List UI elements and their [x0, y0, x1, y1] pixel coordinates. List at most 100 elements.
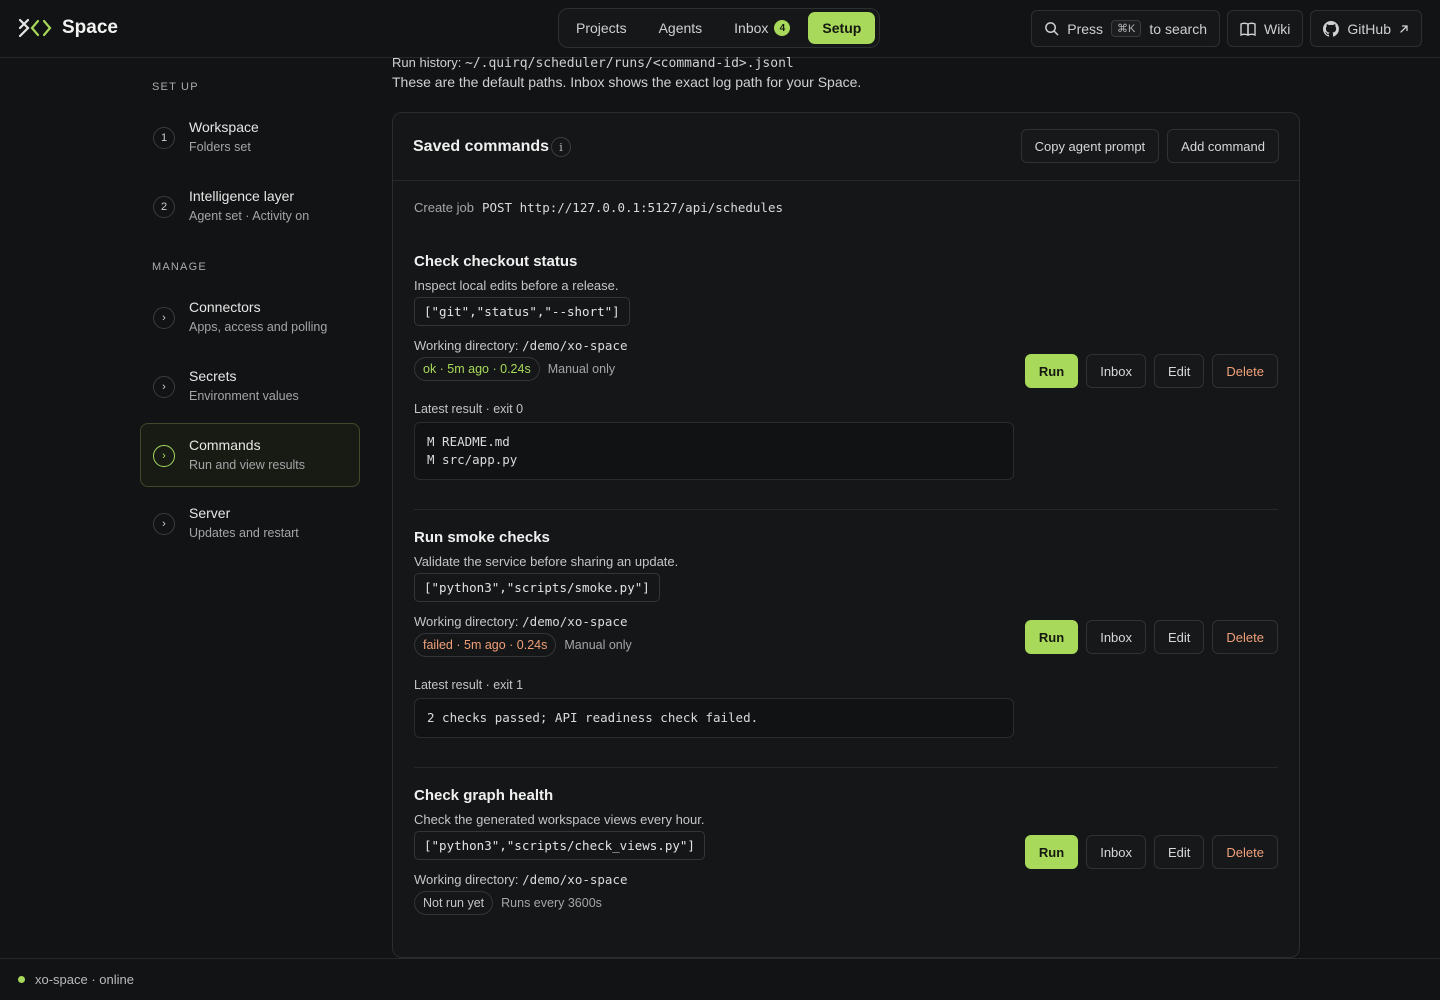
sidebar-item-title: Workspace: [189, 119, 259, 135]
sidebar-item-connectors[interactable]: › Connectors Apps, access and polling: [140, 285, 360, 349]
wiki-label: Wiki: [1263, 20, 1291, 37]
run-button[interactable]: Run: [1024, 620, 1079, 654]
delete-button[interactable]: Delete: [1212, 620, 1278, 654]
latest-result-output: M README.md M src/app.py: [414, 422, 1014, 480]
sidebar-item-server[interactable]: › Server Updates and restart: [140, 491, 360, 555]
sidebar-item-title: Connectors: [189, 299, 261, 315]
chevron-right-icon: ›: [153, 513, 175, 535]
sidebar-heading-setup: SET UP: [152, 81, 199, 93]
divider: [414, 509, 1278, 510]
tab-label: Projects: [576, 20, 627, 36]
brand-name: Space: [62, 17, 118, 38]
step-number: 2: [153, 196, 175, 218]
book-icon: [1240, 22, 1256, 36]
schedule-text: Runs every 3600s: [501, 896, 602, 910]
github-icon: [1323, 20, 1340, 37]
run-button[interactable]: Run: [1024, 354, 1079, 388]
step-number: 1: [153, 127, 175, 149]
sidebar-item-intelligence-layer[interactable]: 2 Intelligence layer Agent set · Activit…: [140, 174, 360, 238]
edit-button[interactable]: Edit: [1154, 620, 1205, 654]
run-history-line: Run history: ~/.quirq/scheduler/runs/<co…: [392, 55, 794, 71]
external-link-icon: [1400, 24, 1408, 33]
tab-projects[interactable]: Projects: [562, 12, 641, 44]
create-job-label: Create job: [414, 200, 474, 215]
sidebar-item-subtitle: Updates and restart: [189, 526, 299, 540]
sidebar-item-workspace[interactable]: 1 Workspace Folders set: [140, 105, 360, 169]
run-button[interactable]: Run: [1024, 835, 1079, 869]
command-argv: ["python3","scripts/check_views.py"]: [414, 831, 705, 860]
tab-setup[interactable]: Setup: [808, 12, 876, 44]
sidebar-item-title: Secrets: [189, 368, 237, 384]
delete-button[interactable]: Delete: [1212, 354, 1278, 388]
edit-button[interactable]: Edit: [1154, 835, 1205, 869]
sidebar-item-commands[interactable]: › Commands Run and view results: [140, 423, 360, 487]
status-badge: failed · 5m ago · 0.24s: [414, 633, 557, 657]
sidebar-heading-manage: MANAGE: [152, 261, 207, 273]
command-workdir: Working directory: /demo/xo-space: [414, 614, 628, 629]
edit-button[interactable]: Edit: [1154, 354, 1205, 388]
command-title: Check graph health: [414, 787, 554, 804]
tab-label: Inbox: [734, 20, 769, 36]
latest-result-output: 2 checks passed; API readiness check fai…: [414, 698, 1014, 738]
chevron-right-icon: ›: [153, 376, 175, 398]
sidebar-item-subtitle: Folders set: [189, 140, 251, 154]
inbox-button[interactable]: Inbox: [1086, 354, 1147, 388]
sidebar-item-subtitle: Apps, access and polling: [189, 320, 328, 334]
divider: [414, 767, 1278, 768]
latest-result-label: Latest result · exit 0: [414, 402, 524, 416]
inbox-count-badge: 4: [774, 20, 791, 36]
github-button[interactable]: GitHub: [1310, 10, 1422, 47]
command-argv: ["python3","scripts/smoke.py"]: [414, 573, 660, 602]
sidebar-item-title: Commands: [189, 437, 261, 453]
info-icon[interactable]: i: [551, 137, 571, 157]
search-button[interactable]: Press ⌘K to search: [1031, 10, 1220, 47]
wiki-button[interactable]: Wiki: [1226, 10, 1304, 47]
schedule-text: Manual only: [547, 362, 616, 376]
top-header: Space Projects Agents Inbox 4 Setup Pres…: [0, 0, 1440, 58]
sidebar-item-title: Server: [189, 505, 231, 521]
latest-result-label: Latest result · exit 1: [414, 678, 524, 692]
server-status-text: xo-space · online: [35, 972, 134, 987]
tab-agents[interactable]: Agents: [645, 12, 717, 44]
command-title: Check checkout status: [414, 253, 578, 270]
sidebar-item-secrets[interactable]: › Secrets Environment values: [140, 354, 360, 418]
chevron-right-icon: ›: [153, 307, 175, 329]
add-command-button[interactable]: Add command: [1167, 129, 1279, 163]
workdir-label: Working directory:: [414, 872, 519, 887]
paths-note: These are the default paths. Inbox shows…: [392, 74, 862, 90]
sidebar-item-subtitle: Environment values: [189, 389, 299, 403]
command-argv: ["git","status","--short"]: [414, 297, 630, 326]
status-badge: ok · 5m ago · 0.24s: [414, 357, 540, 381]
command-item: Run smoke checks Validate the service be…: [414, 529, 1278, 745]
create-job-endpoint: Create job POST http://127.0.0.1:5127/api…: [414, 200, 783, 215]
main-nav: Projects Agents Inbox 4 Setup: [558, 8, 880, 48]
sidebar-item-subtitle: Run and view results: [189, 458, 306, 472]
inbox-button[interactable]: Inbox: [1086, 620, 1147, 654]
search-shortcut: ⌘K: [1111, 20, 1142, 37]
tab-inbox[interactable]: Inbox 4: [720, 12, 804, 44]
tab-label: Setup: [822, 20, 862, 36]
command-description: Check the generated workspace views ever…: [414, 812, 705, 827]
status-bar: xo-space · online: [0, 958, 1440, 1000]
delete-button[interactable]: Delete: [1212, 835, 1278, 869]
schedule-text: Manual only: [564, 638, 632, 652]
command-item: Check graph health Check the generated w…: [414, 787, 1278, 927]
workdir-path: /demo/xo-space: [522, 872, 628, 887]
tab-label: Agents: [658, 20, 703, 36]
search-icon: [1045, 22, 1059, 36]
sidebar-item-title: Intelligence layer: [189, 188, 295, 204]
xo-logo-icon: [18, 18, 52, 38]
inbox-button[interactable]: Inbox: [1086, 835, 1147, 869]
saved-commands-card: Saved commands i Copy agent prompt Add c…: [392, 112, 1300, 958]
copy-agent-prompt-button[interactable]: Copy agent prompt: [1020, 129, 1160, 163]
chevron-right-icon: ›: [153, 445, 175, 467]
workdir-label: Working directory:: [414, 614, 519, 629]
command-workdir: Working directory: /demo/xo-space: [414, 872, 628, 887]
search-suffix: to search: [1149, 20, 1207, 37]
command-description: Inspect local edits before a release.: [414, 278, 619, 293]
card-header: Saved commands i Copy agent prompt Add c…: [393, 113, 1299, 181]
run-history-label: Run history:: [392, 55, 462, 70]
search-prefix: Press: [1067, 20, 1104, 37]
command-workdir: Working directory: /demo/xo-space: [414, 338, 628, 353]
brand[interactable]: Space: [18, 16, 118, 40]
